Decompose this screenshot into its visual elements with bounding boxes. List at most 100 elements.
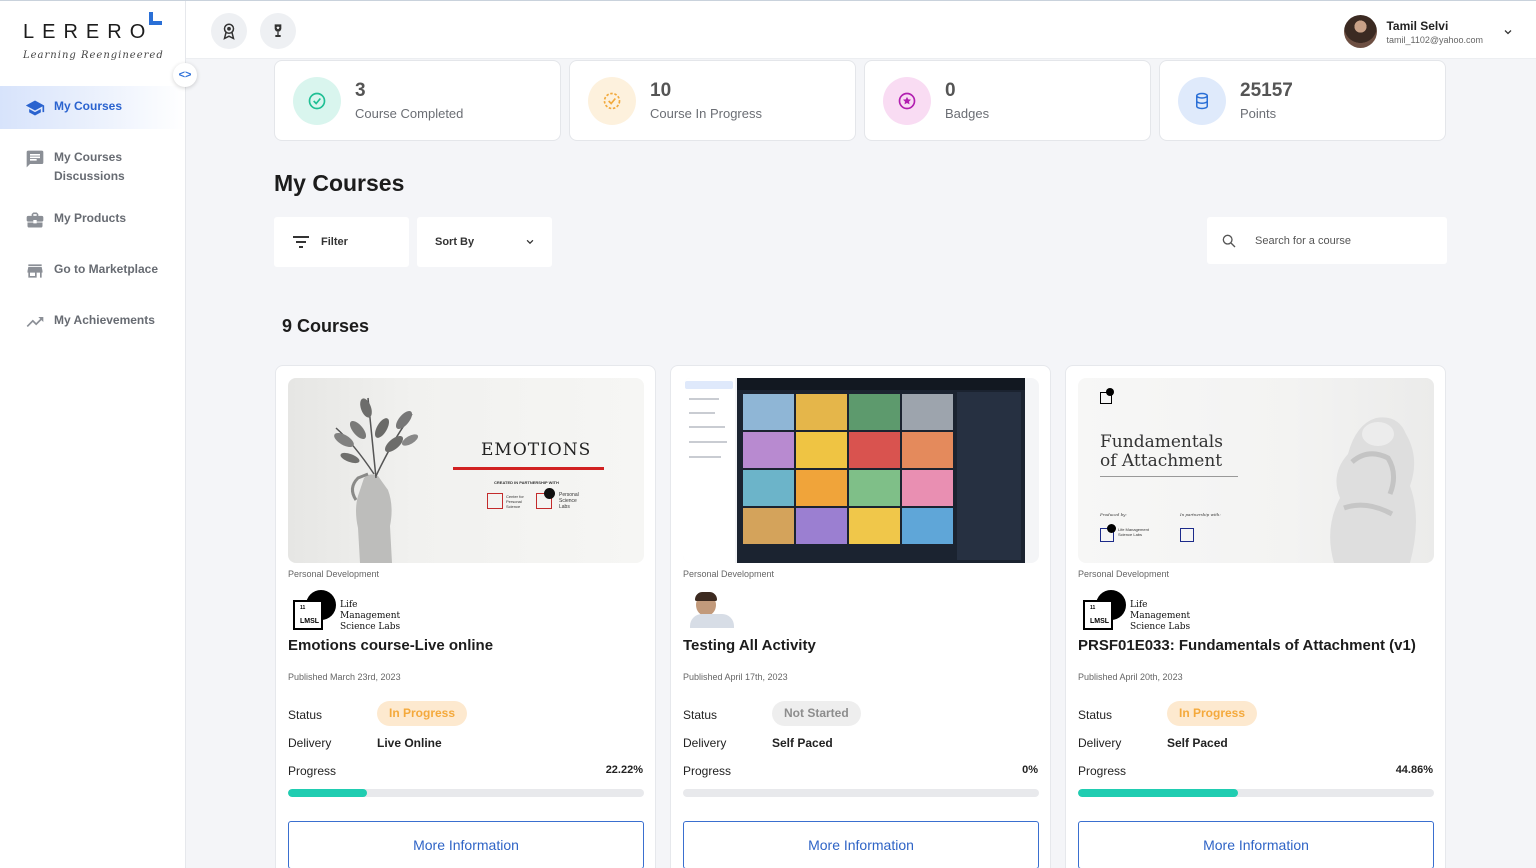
partner-logo-a	[487, 493, 503, 509]
badge-ribbon-icon	[223, 23, 235, 40]
sort-label: Sort By	[435, 236, 475, 248]
course-thumbnail[interactable]	[683, 378, 1039, 563]
delivery-label: Delivery	[288, 736, 332, 750]
thumb-produced: Produced by:	[1100, 512, 1127, 517]
stat-value: 10	[650, 80, 672, 101]
sidebar-item-label: My Products	[54, 211, 127, 225]
stat-icon-bg	[1178, 77, 1226, 125]
stat-label: Points	[1240, 106, 1277, 121]
course-thumbnail[interactable]: Fundamentals of Attachment Produced by: …	[1078, 378, 1434, 563]
stat-card-points: 25157 Points	[1159, 60, 1446, 141]
partner-logo-b-dot	[544, 488, 555, 499]
thumb-partnership: In partnership with:	[1180, 512, 1221, 517]
status-row: Status In Progress	[1078, 701, 1258, 726]
search-box[interactable]	[1207, 217, 1447, 264]
stat-card-completed: 3 Course Completed	[274, 60, 561, 141]
stat-label: Badges	[945, 106, 990, 121]
progress-row: Progress	[1078, 764, 1126, 778]
progress-row: Progress	[683, 764, 731, 778]
status-label: Status	[288, 708, 323, 722]
course-category: Personal Development	[288, 569, 380, 579]
progress-percent: 0%	[1022, 764, 1038, 776]
search-input[interactable]	[1255, 234, 1425, 247]
user-menu[interactable]: Tamil Selvi tamil_1102@yahoo.com	[1344, 15, 1514, 48]
stat-value: 25157	[1240, 80, 1293, 101]
thumb-org-logo-dot	[1107, 524, 1116, 533]
progress-percent: 22.22%	[605, 764, 643, 776]
thumb-partner-a: Center for Personal Science	[506, 494, 524, 509]
logo[interactable]: LERERO Learning Reengineered	[23, 12, 164, 61]
topbar: Tamil Selvi tamil_1102@yahoo.com	[186, 1, 1536, 59]
course-title[interactable]: Testing All Activity	[683, 637, 816, 654]
course-count: 9 Courses	[282, 316, 370, 336]
course-thumbnail[interactable]: EMOTIONS CREATED IN PARTNERSHIP WITH Cen…	[288, 378, 644, 563]
sidebar-item-label: My Courses Discussions	[54, 150, 125, 183]
trending-up-icon	[26, 317, 44, 327]
course-category: Personal Development	[683, 569, 775, 579]
course-card: Personal Development Testing All Activit…	[670, 365, 1051, 868]
sidebar-item-discussions[interactable]: My Courses Discussions	[0, 137, 185, 197]
briefcase-icon	[26, 212, 44, 228]
hand-plant-illustration	[334, 397, 419, 563]
chevron-down-icon	[526, 239, 534, 245]
status-badge: In Progress	[1167, 701, 1258, 726]
course-published: Published March 23rd, 2023	[288, 672, 401, 682]
stat-icon-bg	[883, 77, 931, 125]
sidebar-item-achievements[interactable]: My Achievements	[0, 300, 185, 343]
provider-name: Life Management Science Labs	[340, 600, 401, 632]
provider-logo-num: 11	[300, 605, 306, 611]
stat-label: Course Completed	[355, 106, 464, 121]
sidebar-item-my-courses[interactable]: My Courses	[0, 86, 185, 129]
filter-button[interactable]: Filter	[274, 217, 409, 267]
delivery-label: Delivery	[683, 736, 727, 750]
delivery-value: Live Online	[377, 736, 442, 750]
sidebar-item-label: My Courses	[54, 99, 123, 113]
status-row: Status In Progress	[288, 701, 468, 726]
sort-dropdown[interactable]: Sort By	[417, 217, 552, 267]
badges-button[interactable]	[211, 13, 247, 49]
provider-logo-num: 11	[1090, 605, 1096, 611]
delivery-row: Delivery Self Paced	[683, 736, 833, 750]
logo-wordmark: LERERO	[23, 21, 154, 43]
status-badge: Not Started	[772, 701, 861, 726]
filter-label: Filter	[321, 236, 348, 248]
course-title[interactable]: Emotions course-Live online	[288, 637, 493, 654]
thumb-title: Fundamentals of Attachment	[1100, 432, 1223, 471]
sculpture-illustration	[1330, 417, 1416, 563]
sidebar-item-my-products[interactable]: My Products	[0, 198, 185, 241]
course-card: Fundamentals of Attachment Produced by: …	[1065, 365, 1446, 868]
logo-mark-icon	[149, 12, 162, 25]
thumb-red-rule	[453, 467, 604, 470]
achievements-button[interactable]	[260, 13, 296, 49]
store-icon	[27, 264, 43, 278]
provider-logo-code: LMSL	[1090, 618, 1110, 625]
more-information-button[interactable]: More Information	[288, 821, 644, 868]
sidebar-item-label: Go to Marketplace	[54, 262, 159, 276]
stat-icon-bg	[588, 77, 636, 125]
thumb-title: EMOTIONS	[481, 440, 592, 460]
logo-tagline: Learning Reengineered	[23, 50, 164, 61]
course-published: Published April 20th, 2023	[1078, 672, 1183, 682]
stat-value: 0	[945, 80, 956, 101]
more-information-button[interactable]: More Information	[1078, 821, 1434, 868]
sidebar-item-marketplace[interactable]: Go to Marketplace	[0, 249, 185, 292]
status-badge: In Progress	[377, 701, 468, 726]
sidebar: LERERO Learning Reengineered My Courses …	[0, 1, 186, 868]
page-title: My Courses	[274, 170, 405, 196]
stat-label: Course In Progress	[650, 106, 762, 121]
stat-card-in-progress: 10 Course In Progress	[569, 60, 856, 141]
thumb-partner-line: CREATED IN PARTNERSHIP WITH	[494, 480, 559, 485]
graduation-cap-icon	[25, 100, 45, 116]
thumb-org: Life Management Science Labs	[1118, 527, 1149, 537]
sidebar-item-label: My Achievements	[54, 313, 155, 327]
progress-bar	[288, 789, 644, 797]
more-information-button[interactable]: More Information	[683, 821, 1039, 868]
database-icon	[1196, 92, 1208, 110]
user-name: Tamil Selvi	[1386, 18, 1449, 33]
avatar	[1344, 15, 1378, 48]
sidebar-toggle-button[interactable]: <>	[173, 63, 197, 87]
thumb-logo-dot	[1106, 388, 1114, 396]
provider-logo-code: LMSL	[300, 618, 320, 625]
course-title[interactable]: PRSF01E033: Fundamentals of Attachment (…	[1078, 637, 1416, 654]
sidebar-nav: My Courses My Courses Discussions My Pro…	[0, 86, 185, 343]
